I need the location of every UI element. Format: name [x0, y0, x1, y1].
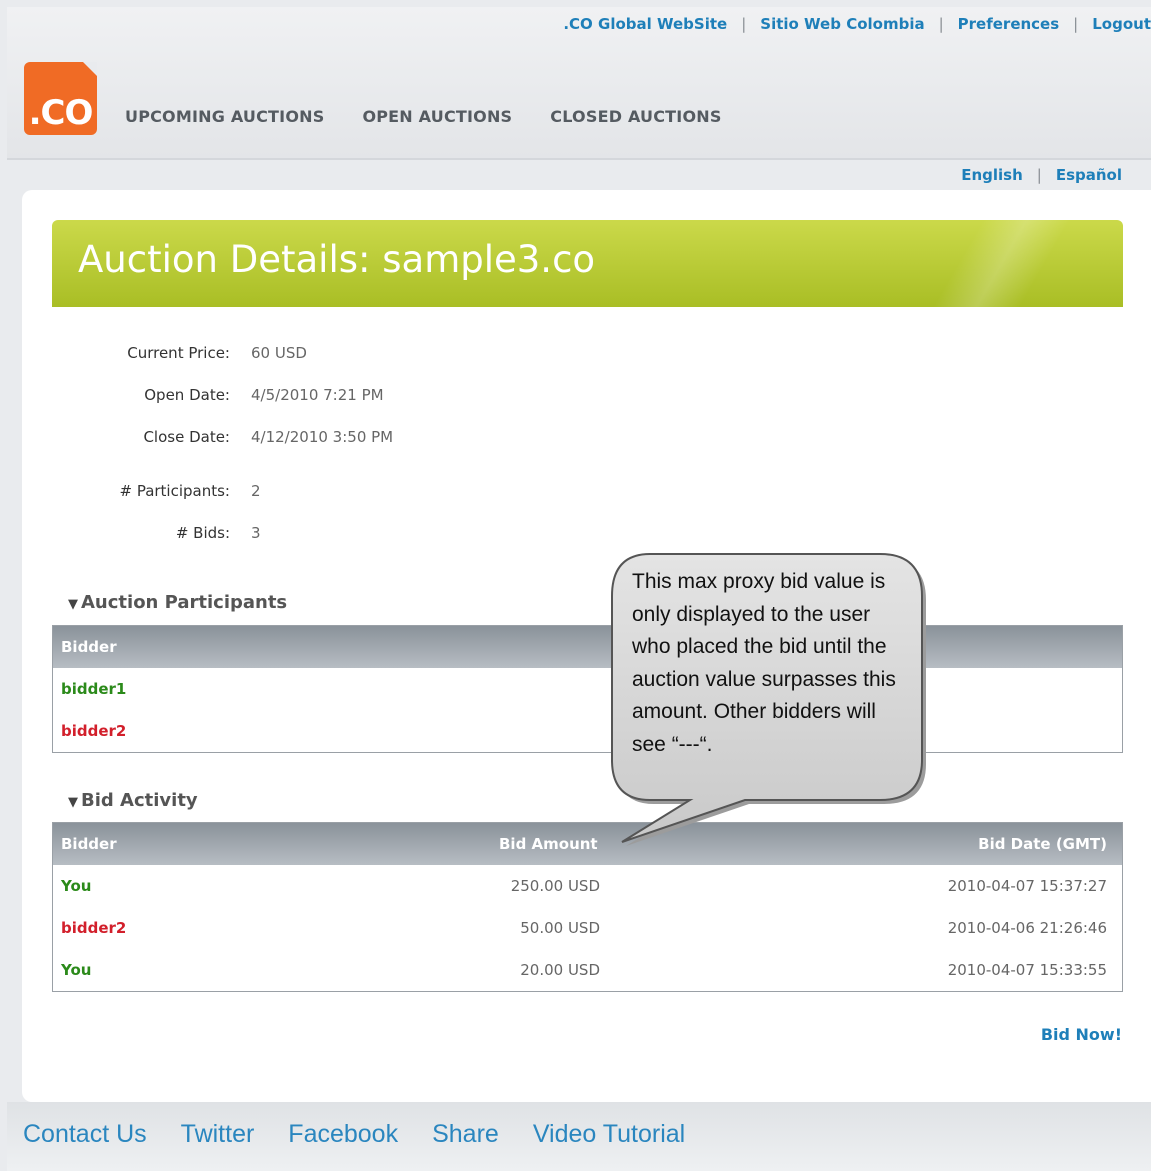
detail-label: # Participants:: [119, 482, 230, 500]
global-website-link[interactable]: .CO Global WebSite: [563, 15, 727, 33]
participant-name: bidder1: [61, 680, 127, 698]
bid-now-link[interactable]: Bid Now!: [1041, 1025, 1122, 1044]
footer-video-tutorial-link[interactable]: Video Tutorial: [533, 1120, 685, 1149]
column-header-bidder: Bidder: [61, 835, 117, 853]
table-header: Bidder: [53, 626, 1122, 668]
colombia-website-link[interactable]: Sitio Web Colombia: [760, 15, 924, 33]
detail-value: 3: [251, 524, 261, 542]
detail-value: 2: [251, 482, 261, 500]
detail-open-date: Open Date: 4/5/2010 7:21 PM: [52, 386, 552, 408]
footer-nav: Contact Us Twitter Facebook Share Video …: [23, 1120, 685, 1149]
detail-bids: # Bids: 3: [52, 524, 552, 546]
detail-label: Open Date:: [144, 386, 230, 404]
language-switcher: English | Español: [961, 166, 1122, 184]
co-logo[interactable]: .CO: [24, 62, 97, 135]
detail-value: 4/12/2010 3:50 PM: [251, 428, 394, 446]
detail-value: 4/5/2010 7:21 PM: [251, 386, 384, 404]
site-header: .CO Global WebSite | Sitio Web Colombia | Pr…: [7, 7, 1151, 160]
separator: |: [1073, 15, 1079, 33]
table-row: bidder2: [53, 710, 1122, 752]
nav-closed-auctions[interactable]: CLOSED AUCTIONS: [550, 107, 721, 126]
bid-amount: 50.00 USD: [520, 919, 600, 937]
detail-participants: # Participants: 2: [52, 482, 552, 504]
bid-bidder: You: [61, 961, 92, 979]
separator: |: [741, 15, 747, 33]
nav-upcoming-auctions[interactable]: UPCOMING AUCTIONS: [125, 107, 324, 126]
column-header-bid-amount: Bid Amount: [499, 835, 598, 853]
nav-open-auctions[interactable]: OPEN AUCTIONS: [362, 107, 512, 126]
bid-amount: 250.00 USD: [510, 877, 600, 895]
participants-section-title: Auction Participants: [81, 592, 288, 613]
column-header-bid-date: Bid Date (GMT): [978, 835, 1107, 853]
bid-date: 2010-04-07 15:37:27: [947, 877, 1107, 895]
bid-activity-table: Bidder Bid Amount Bid Date (GMT) You 250…: [52, 822, 1123, 992]
detail-current-price: Current Price: 60 USD: [52, 344, 552, 366]
language-english-link[interactable]: English: [961, 166, 1023, 184]
top-links: .CO Global WebSite | Sitio Web Colombia | Pr…: [563, 15, 1151, 33]
detail-label: # Bids:: [175, 524, 230, 542]
collapse-triangle-icon: ▼: [68, 795, 78, 810]
table-row: You 20.00 USD 2010-04-07 15:33:55: [53, 949, 1122, 991]
main-nav: UPCOMING AUCTIONS OPEN AUCTIONS CLOSED A…: [125, 107, 722, 126]
footer-twitter-link[interactable]: Twitter: [181, 1120, 255, 1149]
footer-share-link[interactable]: Share: [432, 1120, 499, 1149]
preferences-link[interactable]: Preferences: [958, 15, 1060, 33]
collapse-triangle-icon: ▼: [68, 597, 78, 612]
detail-label: Close Date:: [143, 428, 230, 446]
table-row: bidder1: [53, 668, 1122, 710]
page-title: Auction Details: sample3.co: [78, 238, 596, 281]
footer-facebook-link[interactable]: Facebook: [288, 1120, 398, 1149]
bid-bidder: You: [61, 877, 92, 895]
participants-table: Bidder bidder1 bidder2: [52, 625, 1123, 753]
participant-name: bidder2: [61, 722, 127, 740]
table-row: bidder2 50.00 USD 2010-04-06 21:26:46: [53, 907, 1122, 949]
bid-date: 2010-04-07 15:33:55: [947, 961, 1107, 979]
bid-activity-section-title: Bid Activity: [81, 790, 198, 811]
detail-close-date: Close Date: 4/12/2010 3:50 PM: [52, 428, 552, 450]
logout-link[interactable]: Logout: [1092, 15, 1151, 33]
bid-activity-section-toggle[interactable]: ▼ Bid Activity: [68, 790, 198, 811]
participants-section-toggle[interactable]: ▼ Auction Participants: [68, 592, 287, 613]
bid-date: 2010-04-06 21:26:46: [947, 919, 1107, 937]
table-row: You 250.00 USD 2010-04-07 15:37:27: [53, 865, 1122, 907]
detail-value: 60 USD: [251, 344, 307, 362]
footer-contact-us-link[interactable]: Contact Us: [23, 1120, 147, 1149]
separator: |: [1036, 166, 1042, 184]
site-footer: Contact Us Twitter Facebook Share Video …: [7, 1102, 1151, 1171]
language-spanish-link[interactable]: Español: [1056, 166, 1122, 184]
title-banner: Auction Details: sample3.co: [52, 220, 1123, 307]
callout-text: This max proxy bid value is only display…: [632, 570, 896, 756]
bid-amount: 20.00 USD: [520, 961, 600, 979]
detail-label: Current Price:: [127, 344, 230, 362]
bid-bidder: bidder2: [61, 919, 127, 937]
callout-bubble: This max proxy bid value is only display…: [600, 550, 930, 850]
table-header: Bidder Bid Amount Bid Date (GMT): [53, 823, 1122, 865]
column-header-bidder: Bidder: [61, 638, 117, 656]
separator: |: [938, 15, 944, 33]
